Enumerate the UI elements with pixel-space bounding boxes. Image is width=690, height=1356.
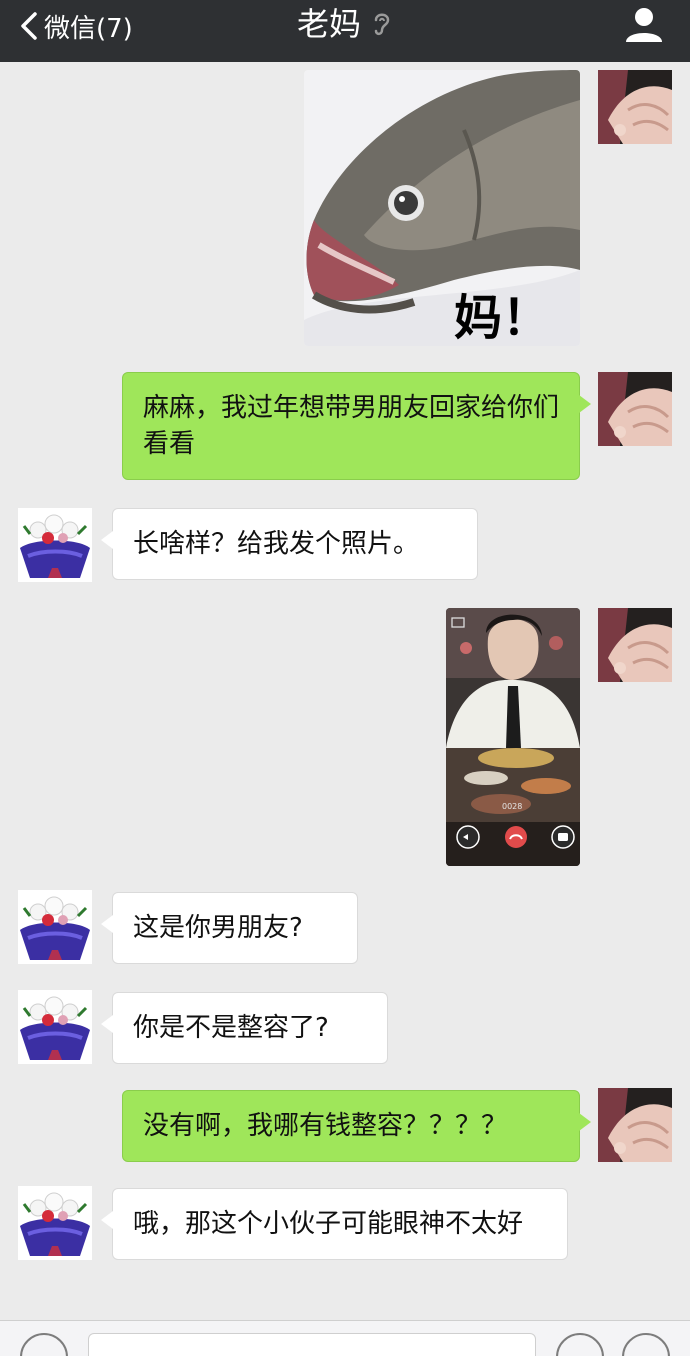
sticker-message[interactable]: 妈！ [304,70,580,346]
chat-area[interactable]: 妈！ 麻麻，我过年想带男朋友回家给你们看看 长啥样？给我发个照片。 0028 这… [0,62,690,1320]
call-timer: 0028 [502,802,523,811]
hands-avatar-image [598,1088,672,1162]
flower-bouquet-avatar-image [18,508,92,582]
image-message[interactable]: 0028 [446,608,580,866]
my-avatar[interactable] [598,372,672,446]
mom-avatar[interactable] [18,990,92,1064]
mom-avatar[interactable] [18,1186,92,1260]
hands-avatar-image [598,608,672,682]
sticker-caption: 妈！ [454,290,551,346]
hands-avatar-image [598,70,672,144]
mom-message-bubble[interactable]: 长啥样？给我发个照片。 [101,508,478,580]
flower-bouquet-avatar-image [18,890,92,964]
voice-toggle-icon[interactable] [20,1333,68,1356]
mom-message-bubble[interactable]: 这是你男朋友? [101,892,358,964]
flower-bouquet-avatar-image [18,990,92,1064]
mom-avatar[interactable] [18,508,92,582]
my-avatar[interactable] [598,1088,672,1162]
my-message-bubble[interactable]: 没有啊，我哪有钱整容？？？？ [122,1090,591,1162]
video-call-photo [446,608,580,866]
message-text: 没有啊，我哪有钱整容？？？？ [143,1111,508,1141]
mom-avatar[interactable] [18,890,92,964]
message-text: 这是你男朋友? [133,913,303,943]
my-avatar[interactable] [598,608,672,682]
flower-bouquet-avatar-image [18,1186,92,1260]
message-text: 麻麻，我过年想带男朋友回家给你们看看 [143,393,560,459]
person-icon[interactable] [624,6,664,42]
chat-title: 老妈 [296,5,361,43]
message-text: 哦，那这个小伙子可能眼神不太好 [133,1209,524,1239]
message-text: 你是不是整容了? [133,1013,329,1043]
nav-bar: 微信(7) 老妈 [0,0,690,62]
mom-message-bubble[interactable]: 哦，那这个小伙子可能眼神不太好 [101,1188,568,1260]
mom-message-bubble[interactable]: 你是不是整容了? [101,992,388,1064]
message-input[interactable] [88,1333,536,1356]
plus-icon[interactable] [622,1333,670,1356]
my-avatar[interactable] [598,70,672,144]
ear-icon [374,13,390,36]
input-bar [0,1320,690,1356]
my-message-bubble[interactable]: 麻麻，我过年想带男朋友回家给你们看看 [122,372,591,480]
emoji-icon[interactable] [556,1333,604,1356]
message-text: 长啥样？给我发个照片。 [133,529,420,559]
hands-avatar-image [598,372,672,446]
